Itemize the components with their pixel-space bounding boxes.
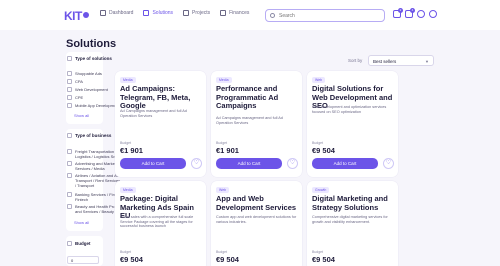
solutions-icon bbox=[143, 10, 150, 16]
budget-label: Budget bbox=[312, 141, 324, 145]
sort-label: Sort by bbox=[348, 58, 363, 63]
price: €1 901 bbox=[216, 146, 239, 155]
filter-option[interactable]: Shoppable Ads bbox=[67, 71, 102, 76]
solution-card[interactable]: Growth Digital Marketing and Strategy So… bbox=[307, 181, 398, 266]
settings-icon[interactable] bbox=[417, 10, 425, 18]
filter-option[interactable]: Mobile App Development bbox=[67, 103, 119, 108]
search-input[interactable] bbox=[279, 12, 379, 19]
checkbox[interactable] bbox=[67, 87, 72, 92]
favorites-badge: 2 bbox=[398, 8, 403, 13]
budget-label: Budget bbox=[120, 141, 132, 145]
price: €9 504 bbox=[312, 146, 335, 155]
budget-input[interactable]: 0 bbox=[67, 256, 99, 264]
card-description: Comprehensive digital marketing services… bbox=[312, 215, 388, 224]
solution-card[interactable]: Media Performance and Programmatic Ad Ca… bbox=[211, 71, 302, 177]
checkbox[interactable] bbox=[67, 71, 72, 76]
checkbox[interactable] bbox=[67, 204, 72, 209]
budget-label: Budget bbox=[216, 250, 228, 254]
budget-label: Budget bbox=[312, 250, 324, 254]
add-to-cart-button[interactable]: Add to Cart bbox=[216, 158, 282, 169]
card-title: App and Web Development Services bbox=[216, 194, 297, 212]
price: €9 504 bbox=[120, 255, 143, 264]
filter-option[interactable]: Advertising and Marketing Services / Med… bbox=[67, 161, 121, 171]
checkbox[interactable] bbox=[67, 56, 72, 61]
show-all-business[interactable]: Show all bbox=[74, 220, 89, 225]
search-icon bbox=[270, 13, 275, 18]
card-description: Web development and optimization service… bbox=[312, 105, 387, 114]
card-description: Boost sales with a comprehensive full sc… bbox=[120, 215, 194, 228]
nav-label: Dashboard bbox=[109, 10, 134, 16]
checkbox[interactable] bbox=[67, 79, 72, 84]
finances-icon bbox=[220, 10, 227, 16]
budget-label: Budget bbox=[120, 250, 132, 254]
filter-option[interactable]: Airlines / Aviation and Air Transport / … bbox=[67, 173, 120, 188]
dashboard-icon bbox=[100, 10, 106, 16]
checkbox[interactable] bbox=[67, 173, 72, 178]
logo[interactable]: KIT bbox=[64, 9, 89, 23]
filter-option[interactable]: Web Development bbox=[67, 87, 108, 92]
card-title: Performance and Programmatic Ad Campaign… bbox=[216, 84, 279, 110]
user-icon[interactable] bbox=[429, 10, 437, 18]
category-tag: Web bbox=[312, 77, 326, 83]
category-tag: Media bbox=[120, 77, 136, 83]
nav-label: Finances bbox=[229, 10, 250, 16]
page-title: Solutions bbox=[66, 38, 117, 50]
checkbox[interactable] bbox=[67, 149, 72, 154]
show-all-solutions[interactable]: Show all bbox=[74, 113, 89, 118]
category-tag: Media bbox=[120, 187, 136, 193]
filter-budget-heading[interactable]: Budget bbox=[67, 241, 91, 246]
favorites-icon[interactable]: 2 bbox=[393, 8, 403, 18]
nav-projects[interactable]: Projects bbox=[183, 10, 210, 16]
add-to-cart-button[interactable]: Add to Cart bbox=[120, 158, 186, 169]
solution-card[interactable]: Media Ad Campaigns: Telegram, FB, Meta, … bbox=[115, 71, 206, 177]
checkbox[interactable] bbox=[67, 192, 72, 197]
solution-card[interactable]: Media Package: Digital Marketing Ads Spa… bbox=[115, 181, 206, 266]
top-header: KIT Dashboard Solutions Projects Finance… bbox=[0, 0, 500, 30]
card-description: Custom app and web development solutions… bbox=[216, 215, 297, 224]
card-title: Ad Campaigns: Telegram, FB, Meta, Google bbox=[120, 84, 191, 110]
nav-label: Solutions bbox=[152, 10, 174, 16]
sort-select[interactable]: Best sellers ▼ bbox=[368, 55, 434, 66]
filter-business-heading[interactable]: Type of business bbox=[67, 133, 111, 138]
nav-finances[interactable]: Finances bbox=[220, 10, 249, 16]
heart-icon[interactable]: ♡ bbox=[287, 158, 298, 169]
search-box[interactable] bbox=[265, 9, 385, 22]
cart-badge: 4 bbox=[410, 8, 415, 13]
card-description: Ad Campaigns management and full Ad Oper… bbox=[216, 116, 283, 125]
solution-card[interactable]: Web App and Web Development Services Cus… bbox=[211, 181, 302, 266]
heart-icon[interactable]: ♡ bbox=[191, 158, 202, 169]
filter-option[interactable]: CPE bbox=[67, 95, 83, 100]
nav-label: Projects bbox=[192, 10, 211, 16]
checkbox[interactable] bbox=[67, 103, 72, 108]
filter-option[interactable]: CPA bbox=[67, 79, 83, 84]
card-title: Digital Marketing and Strategy Solutions bbox=[312, 194, 388, 212]
card-description: Ad Campaigns management and full Ad Oper… bbox=[120, 109, 187, 118]
checkbox[interactable] bbox=[67, 241, 72, 246]
category-tag: Growth bbox=[312, 187, 330, 193]
nav-dashboard[interactable]: Dashboard bbox=[100, 10, 133, 16]
chevron-down-icon: ▼ bbox=[425, 59, 429, 64]
checkbox[interactable] bbox=[67, 133, 72, 138]
category-tag: Web bbox=[216, 187, 230, 193]
folder-icon bbox=[183, 10, 190, 16]
heart-icon[interactable]: ♡ bbox=[383, 158, 394, 169]
category-tag: Media bbox=[216, 77, 232, 83]
logo-dot bbox=[82, 12, 89, 18]
filter-solutions-heading[interactable]: Type of solutions bbox=[67, 56, 112, 61]
price: €9 504 bbox=[216, 255, 239, 264]
add-to-cart-button[interactable]: Add to Cart bbox=[312, 158, 378, 169]
price: €9 504 bbox=[312, 255, 335, 264]
budget-label: Budget bbox=[216, 141, 228, 145]
solution-card[interactable]: Web Digital Solutions for Web Developmen… bbox=[307, 71, 398, 177]
checkbox[interactable] bbox=[67, 95, 72, 100]
header-actions: 2 4 bbox=[393, 8, 437, 18]
price: €1 901 bbox=[120, 146, 143, 155]
nav-solutions[interactable]: Solutions bbox=[143, 10, 173, 16]
checkbox[interactable] bbox=[67, 161, 72, 166]
main-nav: Dashboard Solutions Projects Finances bbox=[100, 10, 249, 16]
sort-value: Best sellers bbox=[373, 59, 397, 64]
cart-icon[interactable]: 4 bbox=[405, 8, 415, 18]
